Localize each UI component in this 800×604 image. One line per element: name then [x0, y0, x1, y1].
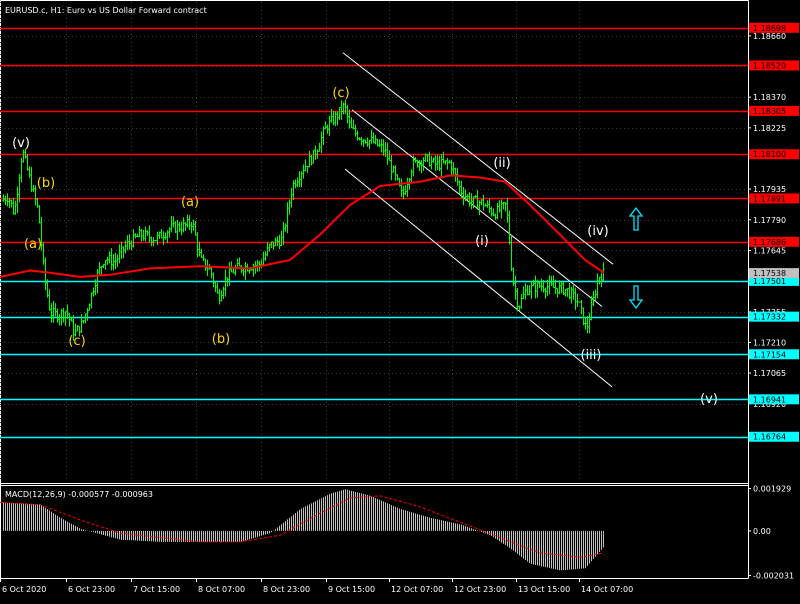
chart-title: EURUSD.c, H1: Euro vs US Dollar Forward …	[5, 6, 207, 15]
price-chart[interactable]: (v) (b) (a) (c) (a) (b) (c) (ii) (i) (iv) (iii) (v)…	[0, 0, 800, 600]
wave-label: (v)	[700, 392, 718, 407]
wave-label: (iii)	[581, 348, 602, 363]
wave-label: (a)	[24, 237, 42, 252]
price-level-badge-label: 1.16764	[753, 433, 786, 442]
price-level-badge-label: 1.17154	[753, 350, 786, 359]
x-tick-label: 9 Oct 15:00	[328, 585, 375, 594]
wave-label: (c)	[68, 334, 85, 349]
y-tick-label: 1.17935	[753, 185, 786, 194]
macd-y-tick-label: 0.001929	[753, 485, 791, 494]
x-tick-label: 6 Oct 23:00	[68, 585, 115, 594]
macd-y-tick-label: 0.00	[753, 527, 771, 536]
y-tick-label: 1.18660	[753, 32, 786, 41]
price-level-badge-label: 1.17501	[753, 277, 786, 286]
price-level-badge-label: 1.18698	[753, 24, 786, 33]
y-tick-label: 1.18225	[753, 124, 786, 133]
y-tick-label: 1.18370	[753, 93, 786, 102]
price-level-badge-label: 1.18305	[753, 107, 786, 116]
wave-label: (b)	[212, 332, 230, 347]
wave-label: (c)	[332, 86, 349, 101]
price-level-badge-label: 1.18520	[753, 61, 786, 70]
y-tick-label: 1.17645	[753, 246, 786, 255]
x-tick-label: 13 Oct 15:00	[518, 585, 570, 594]
y-tick-label: 1.17210	[753, 338, 786, 347]
wave-label: (a)	[181, 195, 199, 210]
wave-label: (i)	[475, 234, 489, 249]
wave-label: (b)	[37, 176, 55, 191]
y-tick-label: 1.17065	[753, 369, 786, 378]
x-tick-label: 7 Oct 15:00	[133, 585, 180, 594]
price-level-badge-label: 1.17891	[753, 194, 786, 203]
price-level-badge-label: 1.16941	[753, 395, 786, 404]
x-tick-label: 6 Oct 2020	[2, 585, 46, 594]
x-tick-label: 12 Oct 23:00	[454, 585, 506, 594]
x-tick-label: 12 Oct 07:00	[391, 585, 443, 594]
macd-y-tick-label: -0.002031	[753, 571, 794, 580]
macd-label: MACD(12,26,9) -0.000577 -0.000963	[5, 490, 153, 499]
chart-window[interactable]: (v) (b) (a) (c) (a) (b) (c) (ii) (i) (iv) (iii) (v)…	[0, 0, 800, 600]
wave-label: (iv)	[587, 224, 608, 239]
price-level-badge-label: 1.17332	[753, 313, 786, 322]
wave-label: (v)	[12, 136, 30, 151]
price-level-badge-label: 1.17538	[753, 269, 786, 278]
y-tick-label: 1.17790	[753, 216, 786, 225]
x-tick-label: 8 Oct 07:00	[198, 585, 245, 594]
x-tick-label: 8 Oct 23:00	[263, 585, 310, 594]
price-level-badge-label: 1.18100	[753, 150, 786, 159]
wave-label: (ii)	[493, 156, 510, 171]
price-level-badge-label: 1.17686	[753, 238, 786, 247]
x-tick-label: 14 Oct 07:00	[581, 585, 633, 594]
